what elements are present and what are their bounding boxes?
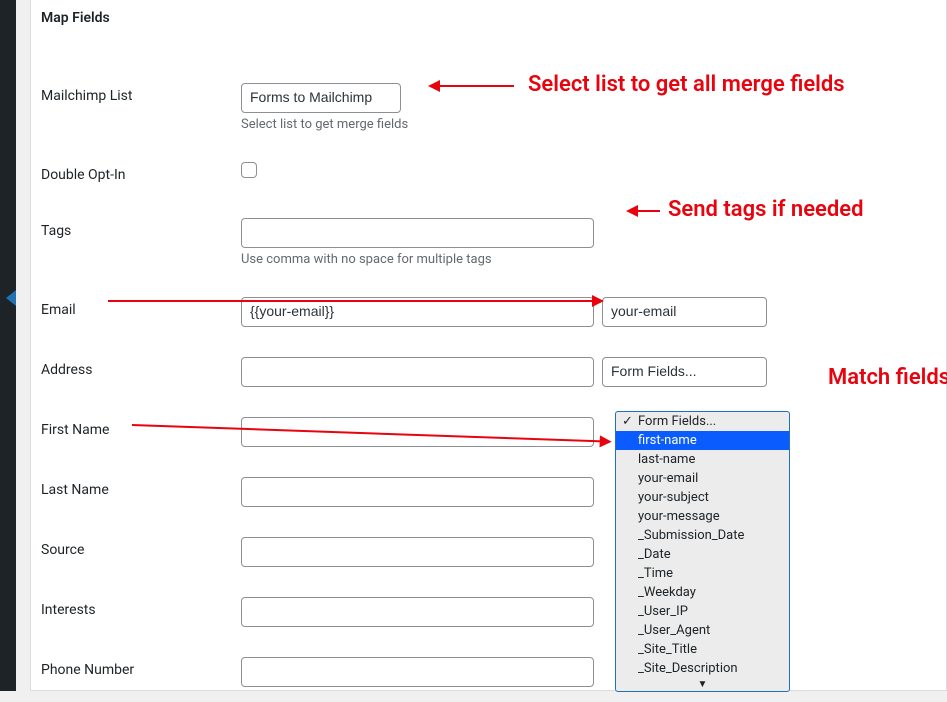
input-interests[interactable] <box>241 597 594 627</box>
label-tags: Tags <box>31 203 231 282</box>
label-last-name: Last Name <box>31 462 231 522</box>
dropdown-option[interactable]: your-subject <box>616 488 789 507</box>
dropdown-scroll-down-icon[interactable]: ▼ <box>616 678 789 691</box>
input-address[interactable] <box>241 357 594 387</box>
label-source: Source <box>31 522 231 582</box>
dropdown-option[interactable]: Form Fields... <box>616 412 789 431</box>
dropdown-form-fields[interactable]: Form Fields...first-namelast-nameyour-em… <box>615 411 790 692</box>
label-phone-number: Phone Number <box>31 642 231 702</box>
sidebar-flyout-indicator <box>6 290 16 306</box>
select-email-field[interactable]: your-email <box>602 297 767 327</box>
map-fields-panel: Map Fields Mailchimp List Forms to Mailc… <box>30 0 947 691</box>
input-phone-number[interactable] <box>241 657 594 687</box>
input-tags[interactable] <box>241 218 594 248</box>
label-address: Address <box>31 342 231 402</box>
desc-mailchimp-list: Select list to get merge fields <box>241 117 936 132</box>
input-source[interactable] <box>241 537 594 567</box>
admin-sidebar <box>0 0 16 691</box>
checkbox-double-opt-in[interactable] <box>241 162 257 178</box>
dropdown-option[interactable]: _Time <box>616 564 789 583</box>
label-double-opt-in: Double Opt-In <box>31 147 231 203</box>
dropdown-option[interactable]: last-name <box>616 450 789 469</box>
main-content: Map Fields Mailchimp List Forms to Mailc… <box>16 0 947 691</box>
dropdown-option[interactable]: your-message <box>616 507 789 526</box>
label-email: Email <box>31 282 231 342</box>
dropdown-option[interactable]: _Submission_Date <box>616 526 789 545</box>
dropdown-option[interactable]: _Site_Title <box>616 640 789 659</box>
select-address-field[interactable]: Form Fields... <box>602 357 767 387</box>
dropdown-option[interactable]: _Weekday <box>616 583 789 602</box>
label-mailchimp-list: Mailchimp List <box>31 68 231 147</box>
input-last-name[interactable] <box>241 477 594 507</box>
input-first-name[interactable] <box>241 417 594 447</box>
dropdown-option[interactable]: first-name <box>616 431 789 450</box>
input-email[interactable] <box>241 297 594 327</box>
label-first-name: First Name <box>31 402 231 462</box>
settings-form-table: Mailchimp List Forms to Mailchimp Select… <box>31 68 946 702</box>
desc-tags: Use comma with no space for multiple tag… <box>241 252 936 267</box>
dropdown-option[interactable]: your-email <box>616 469 789 488</box>
dropdown-option[interactable]: _User_Agent <box>616 621 789 640</box>
dropdown-option[interactable]: _User_IP <box>616 602 789 621</box>
dropdown-option[interactable]: _Site_Description <box>616 659 789 678</box>
dropdown-option[interactable]: _Date <box>616 545 789 564</box>
select-mailchimp-list[interactable]: Forms to Mailchimp <box>241 83 401 113</box>
panel-title: Map Fields <box>31 0 946 36</box>
label-interests: Interests <box>31 582 231 642</box>
